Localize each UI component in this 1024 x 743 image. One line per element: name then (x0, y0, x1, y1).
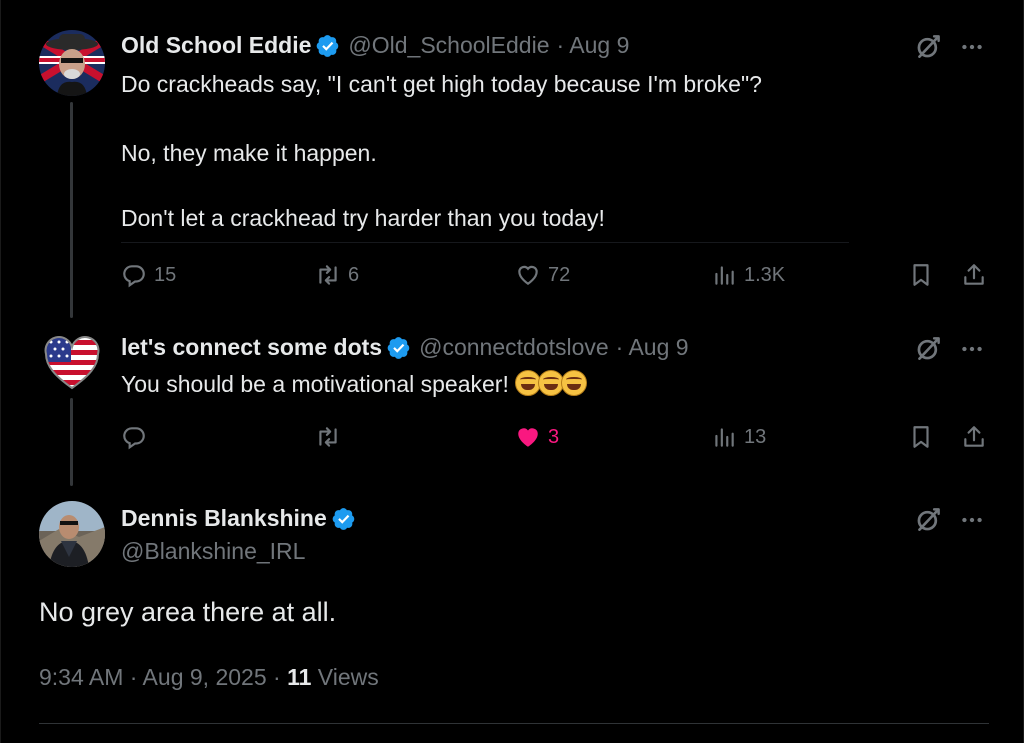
repost-icon (315, 262, 341, 288)
display-name[interactable]: Old School Eddie (121, 32, 311, 59)
reply-button[interactable]: 15 (121, 262, 176, 288)
divider (39, 723, 989, 724)
verified-badge-icon (332, 507, 356, 531)
display-name[interactable]: let's connect some dots (121, 334, 382, 361)
avatar[interactable] (39, 30, 105, 96)
rolling-on-floor-laughing-emoji (537, 370, 564, 396)
emoji-group (509, 370, 587, 397)
tweet-text-line: Don't let a crackhead try harder than yo… (121, 205, 605, 231)
view-count: 13 (744, 425, 767, 448)
tweet-thread: Old School Eddie @Old_SchoolEddie · Aug … (0, 0, 1024, 743)
tweet-text: You should be a motivational speaker! (121, 368, 587, 400)
views-icon (711, 424, 737, 450)
view-count: 1.3K (744, 263, 786, 286)
share-icon[interactable] (961, 424, 987, 450)
rolling-on-floor-laughing-emoji (560, 370, 587, 396)
more-icon[interactable] (959, 336, 985, 362)
views-label: Views (317, 664, 379, 690)
like-button[interactable]: 72 (515, 262, 570, 288)
post-text: No grey area there at all. (39, 597, 337, 627)
tweet-header: Old School Eddie @Old_SchoolEddie · Aug … (121, 32, 629, 59)
post-timestamp: 9:34 AM · Aug 9, 2025 · 11 Views (39, 664, 379, 691)
username[interactable]: @Old_SchoolEddie (348, 32, 549, 59)
thread-connector (70, 102, 73, 318)
grok-icon[interactable] (915, 506, 942, 533)
views-icon (711, 262, 737, 288)
avatar[interactable] (43, 334, 101, 392)
author-name-row: Dennis Blankshine (121, 505, 364, 532)
more-icon[interactable] (959, 34, 985, 60)
like-count: 3 (548, 425, 560, 448)
grok-icon[interactable] (915, 335, 942, 362)
divider (121, 242, 849, 243)
tweet-text-content: You should be a motivational speaker! (121, 371, 509, 397)
bookmark-icon[interactable] (908, 424, 934, 450)
verified-badge-icon (316, 34, 340, 58)
post-date[interactable]: · Aug 9 (616, 334, 689, 361)
views-count: 11 (287, 664, 312, 690)
views-button[interactable]: 1.3K (711, 262, 785, 288)
more-icon[interactable] (959, 507, 985, 533)
post-date[interactable]: · Aug 9 (557, 32, 630, 59)
views-button[interactable]: 13 (711, 424, 766, 450)
repost-button[interactable] (315, 424, 341, 450)
reply-icon (121, 424, 147, 450)
author-handle-row: @Blankshine_IRL (121, 538, 305, 565)
post-date[interactable]: · Aug 9, 2025 · (130, 664, 281, 690)
username[interactable]: @Blankshine_IRL (121, 538, 305, 565)
repost-button[interactable]: 6 (315, 262, 359, 288)
reply-icon (121, 262, 147, 288)
avatar[interactable] (39, 501, 105, 567)
reply-button[interactable] (121, 424, 147, 450)
rolling-on-floor-laughing-emoji (514, 370, 541, 396)
thread-connector (70, 398, 73, 486)
like-icon (515, 262, 541, 288)
display-name[interactable]: Dennis Blankshine (121, 505, 327, 532)
grok-icon[interactable] (915, 33, 942, 60)
reply-count: 15 (154, 263, 177, 286)
verified-badge-icon (387, 336, 411, 360)
share-icon[interactable] (961, 262, 987, 288)
like-button[interactable]: 3 (515, 424, 559, 450)
bookmark-icon[interactable] (908, 262, 934, 288)
tweet-text-line: Do crackheads say, "I can't get high tod… (121, 71, 762, 97)
repost-count: 6 (348, 263, 360, 286)
tweet-text-line: No, they make it happen. (121, 140, 377, 166)
repost-icon (315, 424, 341, 450)
like-count: 72 (548, 263, 571, 286)
post-time[interactable]: 9:34 AM (39, 664, 123, 690)
username[interactable]: @connectdotslove (419, 334, 609, 361)
like-filled-icon (515, 424, 541, 450)
tweet-header: let's connect some dots @connectdotslove… (121, 334, 689, 361)
